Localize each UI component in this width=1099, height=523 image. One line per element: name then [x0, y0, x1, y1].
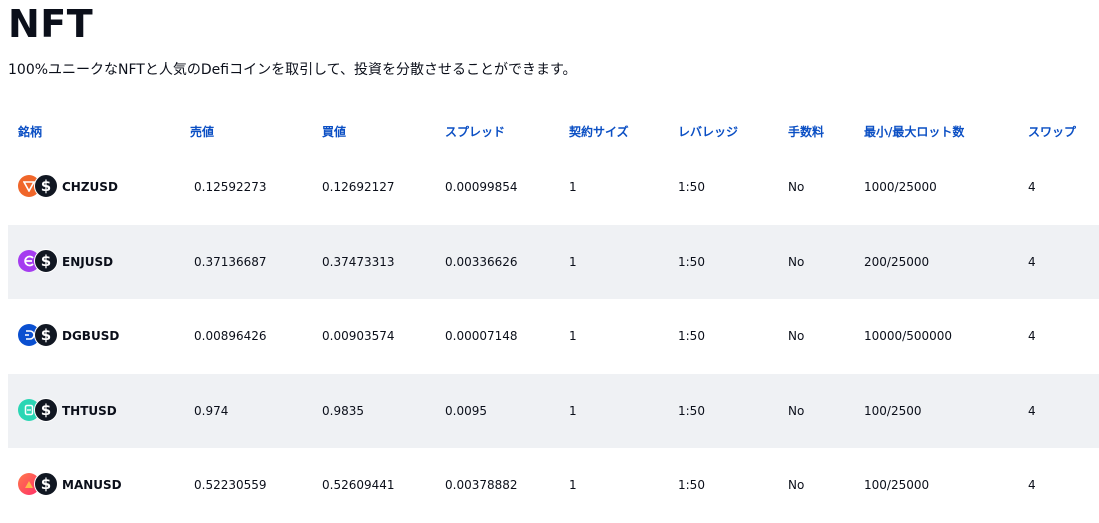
symbol: CHZUSD: [62, 180, 118, 195]
pair-icons: $: [18, 323, 58, 349]
contract-size: 1: [569, 254, 577, 269]
column-header-swap: スワップ: [1028, 125, 1077, 139]
column-header-lot: 最小/最大ロット数: [864, 125, 965, 139]
column-header-contract-size: 契約サイズ: [569, 125, 629, 139]
column-header-fee: 手数料: [788, 125, 825, 139]
fee: No: [788, 329, 805, 344]
contract-size: 1: [569, 180, 577, 195]
column-header-symbol: 銘柄: [18, 125, 43, 139]
leverage: 1:50: [678, 478, 705, 493]
page-subtitle: 100%ユニークなNFTと人気のDefiコインを取引して、投資を分散させることが…: [8, 62, 577, 78]
buy-price: 0.9835: [322, 403, 364, 418]
lot-range: 100/25000: [864, 478, 930, 493]
page-title: NFT: [8, 2, 94, 46]
swap: 4: [1028, 329, 1036, 344]
sell-price: 0.52230559: [194, 478, 267, 493]
symbol: THTUSD: [62, 403, 117, 418]
fee: No: [788, 254, 805, 269]
fee: No: [788, 180, 805, 195]
swap: 4: [1028, 180, 1036, 195]
column-header-leverage: レバレッジ: [678, 125, 739, 139]
sell-price: 0.974: [194, 403, 229, 418]
buy-price: 0.12692127: [322, 180, 395, 195]
fee: No: [788, 478, 805, 493]
swap: 4: [1028, 478, 1036, 493]
sell-price: 0.12592273: [194, 180, 267, 195]
spread: 0.00099854: [445, 180, 518, 195]
swap: 4: [1028, 254, 1036, 269]
buy-price: 0.00903574: [322, 329, 395, 344]
table-row[interactable]: $ DGBUSD 0.00896426 0.00903574 0.0000714…: [8, 299, 1099, 374]
lot-range: 1000/25000: [864, 180, 937, 195]
pair-icons: $: [18, 174, 58, 200]
usd-dollar-icon: $: [34, 323, 58, 348]
table-row[interactable]: $ CHZUSD 0.12592273 0.12692127 0.0009985…: [8, 150, 1099, 225]
leverage: 1:50: [678, 254, 705, 269]
contract-size: 1: [569, 403, 577, 418]
spread: 0.0095: [445, 403, 487, 418]
instruments-table: 銘柄 売値 買値 スプレッド 契約サイズ レバレッジ 手数料 最小/最大ロット数…: [8, 112, 1099, 523]
symbol: DGBUSD: [62, 329, 120, 344]
pair-icons: $: [18, 397, 58, 424]
buy-price: 0.37473313: [322, 254, 395, 269]
usd-dollar-icon: $: [34, 397, 58, 422]
usd-dollar-icon: $: [34, 248, 58, 273]
leverage: 1:50: [678, 403, 705, 418]
spread: 0.00378882: [445, 478, 518, 493]
usd-dollar-icon: $: [34, 472, 58, 497]
contract-size: 1: [569, 329, 577, 344]
table-row[interactable]: $ ENJUSD 0.37136687 0.37473313 0.0033662…: [8, 224, 1099, 299]
column-header-sell: 売値: [190, 125, 215, 139]
table-row[interactable]: $ MANUSD 0.52230559 0.52609441 0.0037888…: [8, 448, 1099, 523]
symbol: ENJUSD: [62, 254, 114, 269]
lot-range: 10000/500000: [864, 329, 953, 344]
symbol: MANUSD: [62, 478, 122, 493]
usd-dollar-icon: $: [34, 174, 58, 199]
fee: No: [788, 403, 805, 418]
spread: 0.00007148: [445, 329, 518, 344]
pair-icons: $: [18, 472, 58, 498]
leverage: 1:50: [678, 180, 705, 195]
column-header-spread: スプレッド: [445, 125, 506, 139]
buy-price: 0.52609441: [322, 478, 395, 493]
swap: 4: [1028, 403, 1036, 418]
column-header-buy: 買値: [322, 125, 347, 139]
sell-price: 0.37136687: [194, 254, 267, 269]
spread: 0.00336626: [445, 254, 518, 269]
lot-range: 200/25000: [864, 254, 930, 269]
contract-size: 1: [569, 478, 577, 493]
lot-range: 100/2500: [864, 403, 922, 418]
sell-price: 0.00896426: [194, 329, 267, 344]
table-header: 銘柄 売値 買値 スプレッド 契約サイズ レバレッジ 手数料 最小/最大ロット数…: [8, 112, 1099, 150]
leverage: 1:50: [678, 329, 705, 344]
table-row[interactable]: $ THTUSD 0.974 0.9835 0.0095 1 1:50 No 1…: [8, 373, 1099, 448]
pair-icons: $: [18, 248, 58, 275]
